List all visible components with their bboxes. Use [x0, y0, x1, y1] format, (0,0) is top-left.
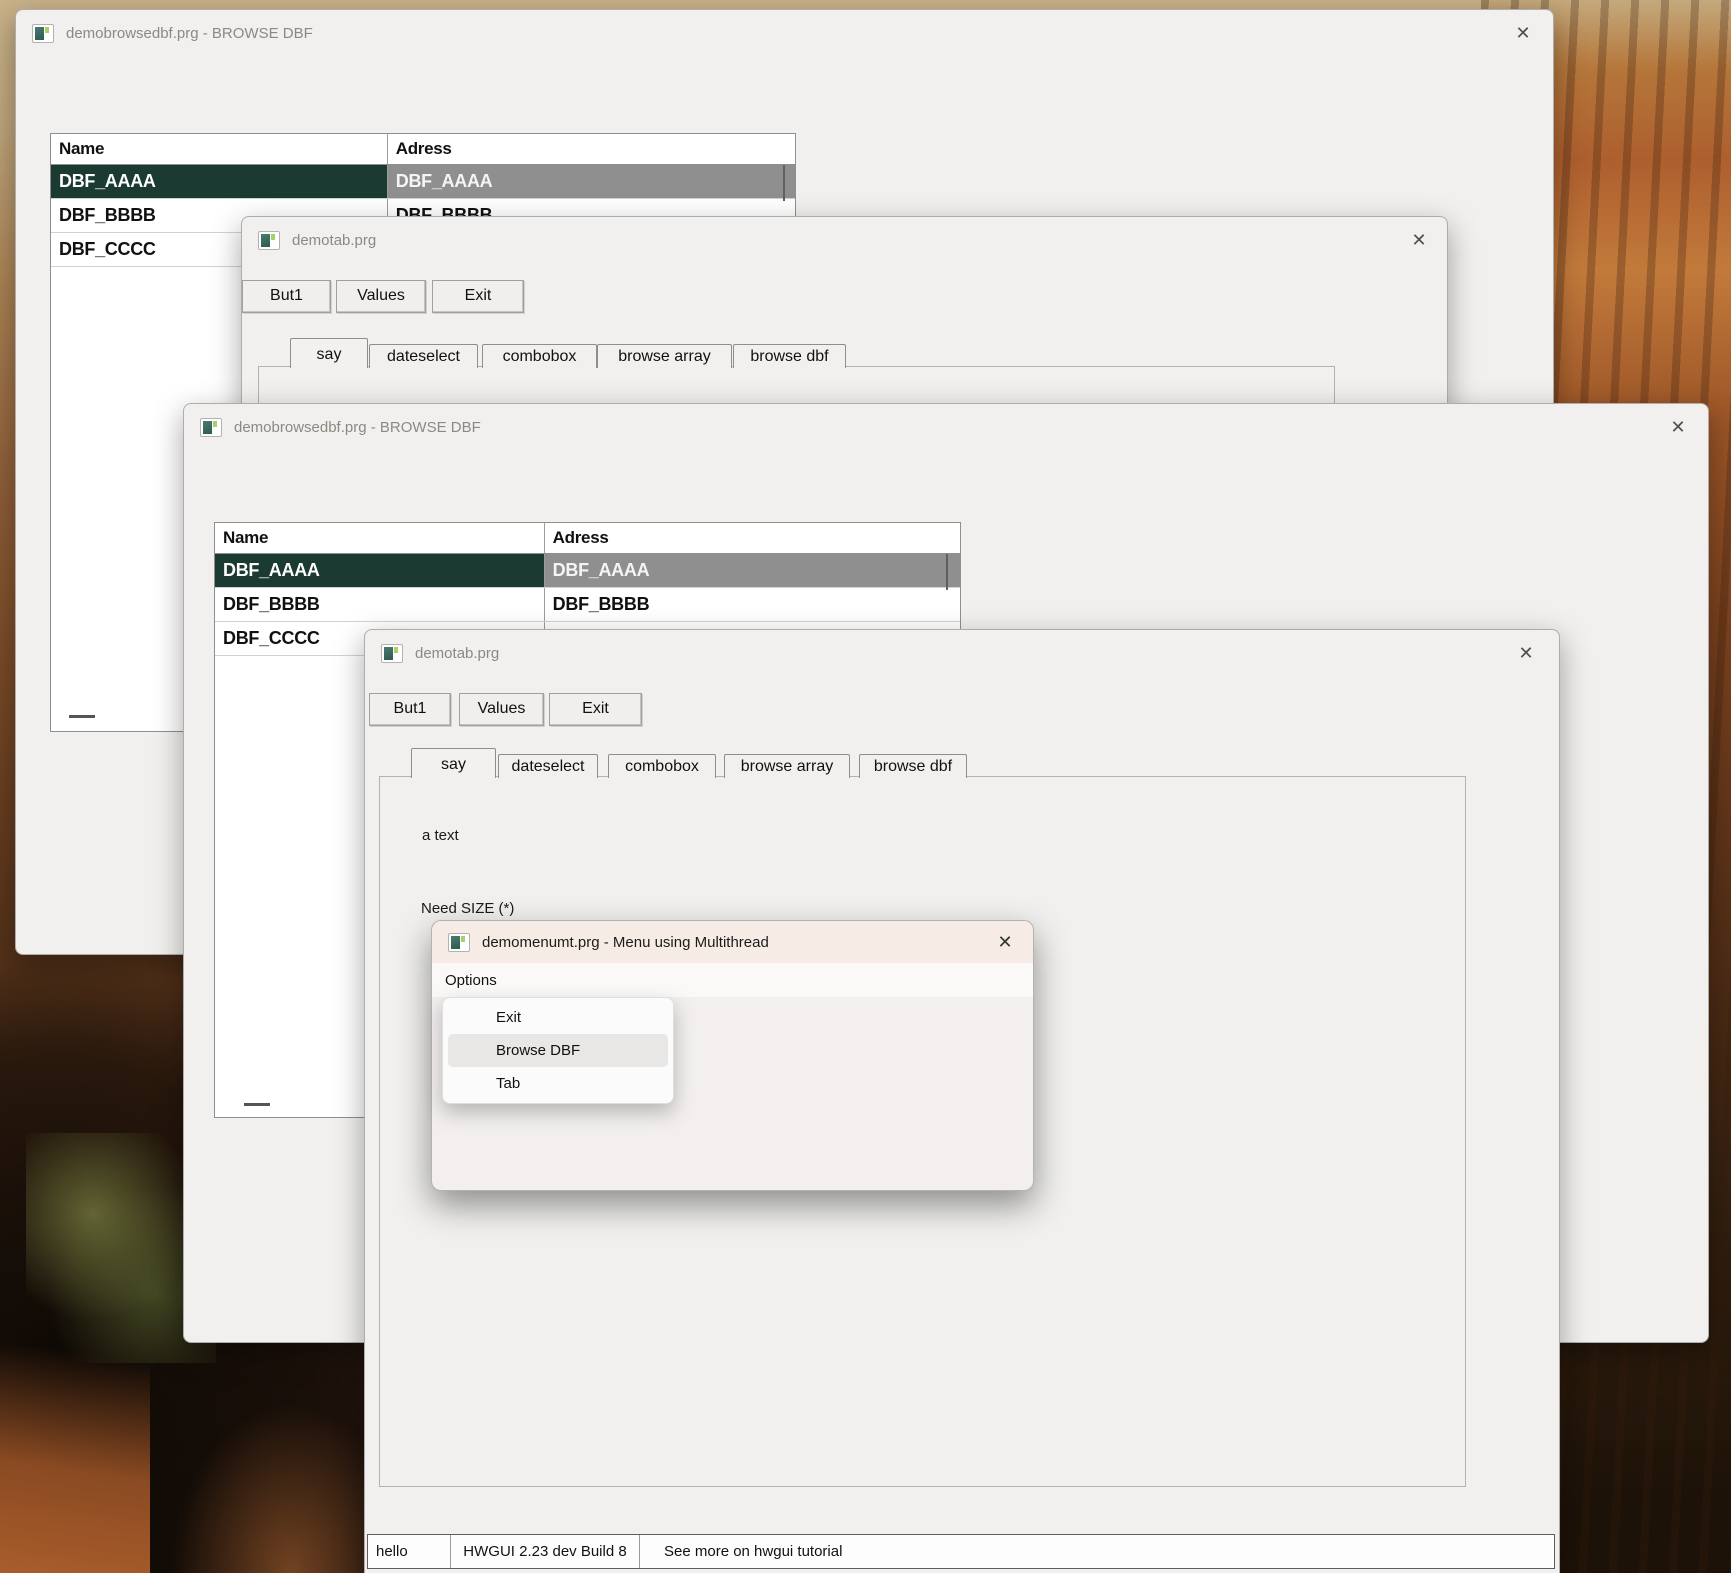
- resize-grip[interactable]: [244, 1103, 270, 1106]
- wallpaper-canyon-glow: [0, 1273, 150, 1573]
- statusbar: hello HWGUI 2.23 dev Build 8 See more on…: [367, 1534, 1555, 1569]
- tab-say[interactable]: say: [411, 748, 496, 778]
- menu-item-browse-dbf[interactable]: Browse DBF: [448, 1034, 668, 1067]
- close-icon[interactable]: ✕: [993, 930, 1017, 954]
- button-values[interactable]: Values: [336, 280, 426, 313]
- statusbar-section-left: hello: [368, 1535, 451, 1568]
- table-header-row: Name Adress: [215, 523, 960, 554]
- tab-browse-array[interactable]: browse array: [724, 754, 850, 778]
- window-title: demobrowsedbf.prg - BROWSE DBF: [234, 419, 481, 436]
- close-icon[interactable]: ✕: [1407, 228, 1431, 252]
- app-icon: [381, 644, 403, 663]
- tab-dateselect[interactable]: dateselect: [369, 344, 478, 368]
- app-icon: [32, 24, 54, 43]
- scrollbar-thumb[interactable]: [946, 554, 948, 590]
- table-row[interactable]: DBF_AAAA DBF_AAAA: [51, 165, 795, 199]
- menu-item-exit[interactable]: Exit: [448, 1001, 668, 1034]
- titlebar[interactable]: demotab.prg ✕: [365, 630, 1559, 676]
- column-header-name[interactable]: Name: [51, 134, 388, 164]
- column-header-adress[interactable]: Adress: [388, 134, 795, 164]
- close-icon[interactable]: ✕: [1511, 21, 1535, 45]
- tab-browse-array[interactable]: browse array: [597, 344, 732, 368]
- column-header-adress[interactable]: Adress: [545, 523, 960, 553]
- button-but1[interactable]: But1: [369, 693, 451, 726]
- dropdown-menu: Exit Browse DBF Tab: [442, 997, 674, 1104]
- button-exit[interactable]: Exit: [549, 693, 642, 726]
- app-icon: [200, 418, 222, 437]
- close-icon[interactable]: ✕: [1514, 641, 1538, 665]
- cell-name[interactable]: DBF_AAAA: [51, 165, 388, 198]
- window-title: demotab.prg: [415, 645, 499, 662]
- table-header-row: Name Adress: [51, 134, 795, 165]
- cell-name[interactable]: DBF_BBBB: [215, 588, 545, 621]
- say-text: a text: [422, 827, 459, 844]
- table-row[interactable]: DBF_BBBB DBF_BBBB: [215, 588, 960, 622]
- table-row[interactable]: DBF_AAAA DBF_AAAA: [215, 554, 960, 588]
- tab-browse-dbf[interactable]: browse dbf: [859, 754, 967, 778]
- tab-browse-dbf[interactable]: browse dbf: [733, 344, 846, 368]
- window-title: demobrowsedbf.prg - BROWSE DBF: [66, 25, 313, 42]
- size-note: Need SIZE (*): [421, 900, 514, 917]
- button-but1[interactable]: But1: [242, 280, 331, 313]
- app-icon: [258, 231, 280, 250]
- app-icon: [448, 933, 470, 952]
- cell-adress[interactable]: DBF_AAAA: [545, 554, 960, 587]
- tab-combobox[interactable]: combobox: [482, 344, 597, 368]
- cell-adress[interactable]: DBF_BBBB: [545, 588, 960, 621]
- window-title: demomenumt.prg - Menu using Multithread: [482, 934, 769, 951]
- tab-dateselect[interactable]: dateselect: [498, 754, 598, 778]
- window-title: demotab.prg: [292, 232, 376, 249]
- scrollbar-thumb[interactable]: [783, 165, 785, 201]
- titlebar[interactable]: demotab.prg ✕: [242, 217, 1447, 263]
- tab-combobox[interactable]: combobox: [608, 754, 716, 778]
- statusbar-section-right: See more on hwgui tutorial: [640, 1535, 1554, 1568]
- titlebar[interactable]: demomenumt.prg - Menu using Multithread …: [432, 921, 1033, 963]
- column-header-name[interactable]: Name: [215, 523, 545, 553]
- menu-options[interactable]: Options: [432, 963, 510, 997]
- menu-item-tab[interactable]: Tab: [448, 1067, 668, 1100]
- cell-name[interactable]: DBF_AAAA: [215, 554, 545, 587]
- menubar: Options: [432, 963, 1033, 997]
- statusbar-section-center: HWGUI 2.23 dev Build 8: [451, 1535, 640, 1568]
- tab-say[interactable]: say: [290, 338, 368, 368]
- titlebar[interactable]: demobrowsedbf.prg - BROWSE DBF ✕: [184, 404, 1708, 450]
- window-menu-multithread: demomenumt.prg - Menu using Multithread …: [431, 920, 1034, 1191]
- wallpaper-rocks: [170, 1403, 390, 1573]
- button-values[interactable]: Values: [459, 693, 544, 726]
- titlebar[interactable]: demobrowsedbf.prg - BROWSE DBF ✕: [16, 10, 1553, 56]
- button-exit[interactable]: Exit: [432, 280, 524, 313]
- cell-adress[interactable]: DBF_AAAA: [388, 165, 795, 198]
- desktop-wallpaper: demobrowsedbf.prg - BROWSE DBF ✕ Name Ad…: [0, 0, 1731, 1573]
- resize-grip[interactable]: [69, 715, 95, 718]
- close-icon[interactable]: ✕: [1666, 415, 1690, 439]
